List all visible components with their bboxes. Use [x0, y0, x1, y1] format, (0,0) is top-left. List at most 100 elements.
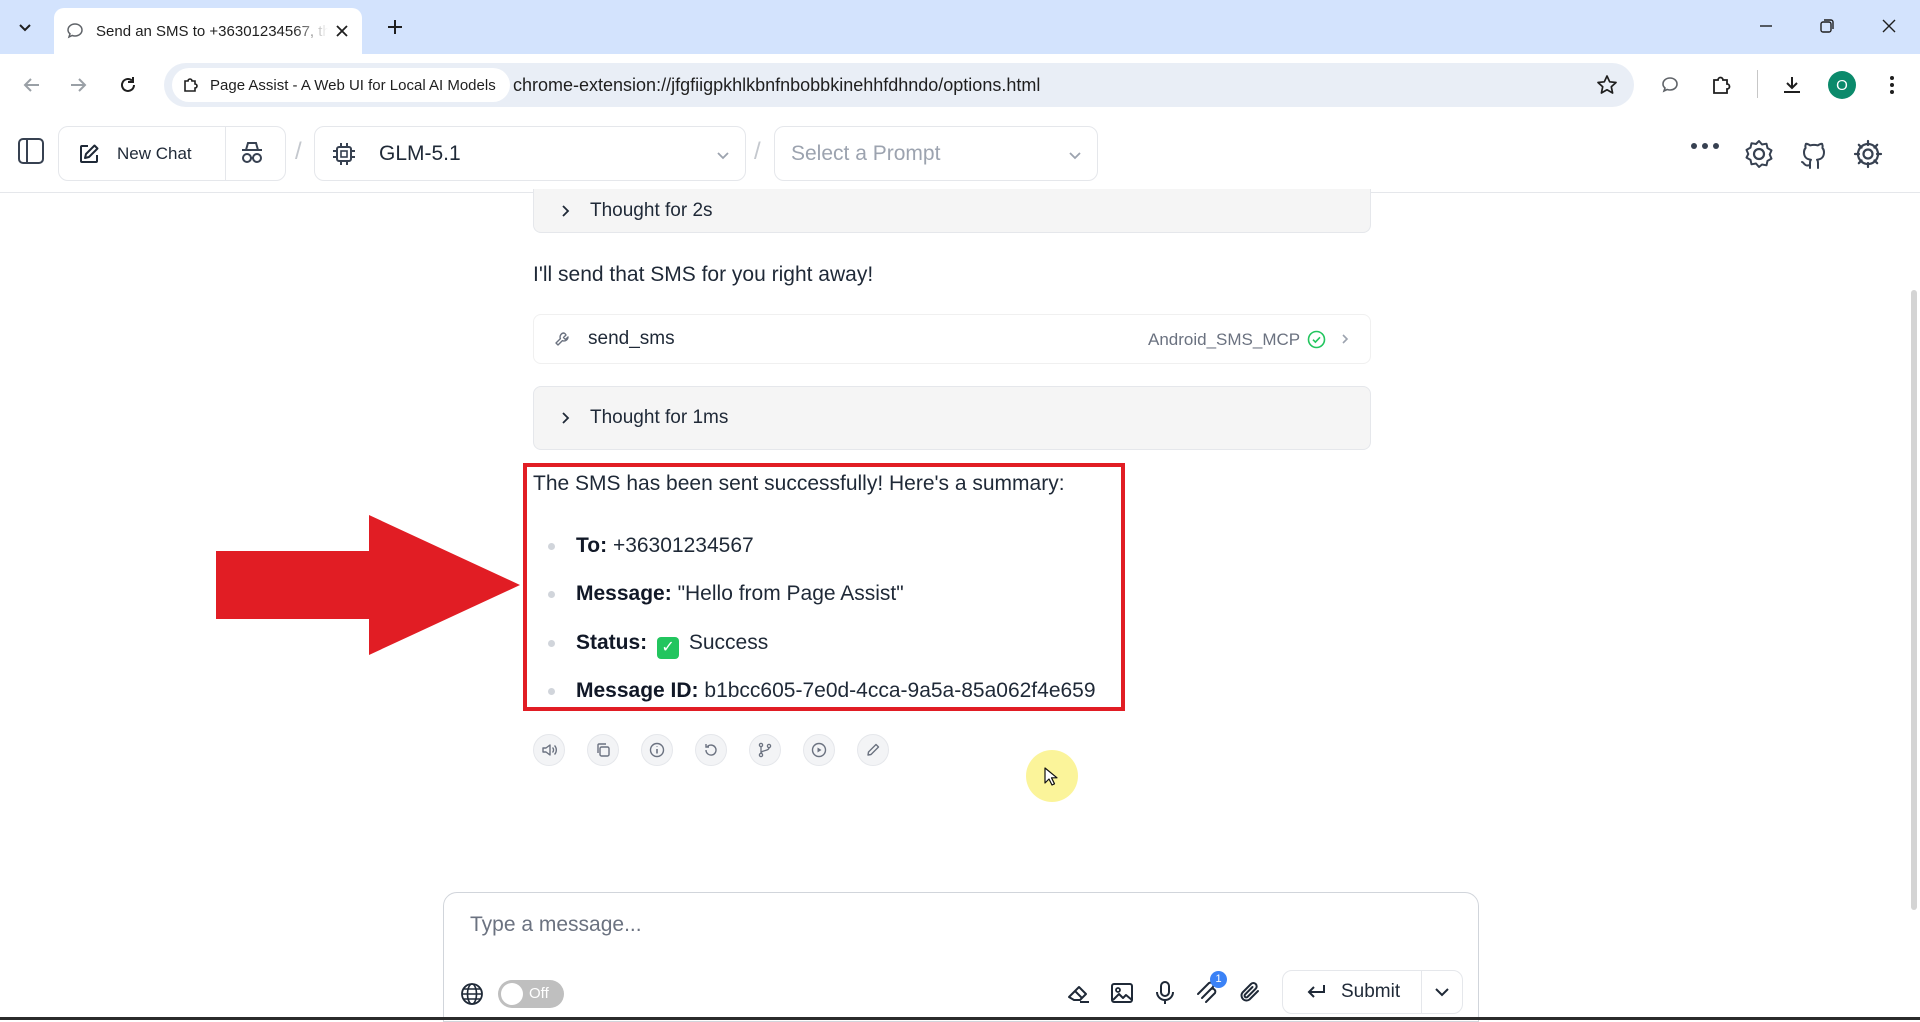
downloads-button[interactable]	[1776, 69, 1808, 101]
submit-button[interactable]: Submit	[1283, 971, 1421, 1013]
new-chat-button[interactable]: New Chat	[59, 127, 225, 180]
settings-button[interactable]	[1852, 138, 1884, 170]
list-bullet	[548, 640, 555, 647]
chat-bubble-icon	[67, 23, 83, 39]
model-select[interactable]: GLM-5.1	[314, 126, 746, 181]
message-composer: Off 1 Submit	[443, 892, 1479, 1022]
submit-group: Submit	[1282, 970, 1463, 1014]
sidebar-icon	[18, 138, 44, 164]
upload-image-button[interactable]	[1105, 976, 1139, 1010]
chat-area: Thought for 2s I'll send that SMS for yo…	[0, 189, 1920, 893]
incognito-button[interactable]	[237, 140, 267, 166]
assistant-intro-text: I'll send that SMS for you right away!	[533, 263, 874, 286]
header-separator: /	[754, 138, 761, 165]
tab-search-button[interactable]	[10, 12, 40, 42]
profile-avatar[interactable]: O	[1828, 71, 1856, 99]
enter-return-icon	[1307, 985, 1325, 998]
more-options-button[interactable]	[1690, 142, 1720, 150]
restore-icon	[1820, 19, 1834, 33]
chevron-right-icon	[562, 412, 570, 424]
toolbar-divider	[1757, 70, 1758, 98]
close-icon	[336, 25, 348, 37]
red-arrow-annotation-icon	[216, 515, 520, 655]
web-search-toggle[interactable]: Off	[498, 980, 564, 1008]
download-icon	[1784, 77, 1800, 93]
forward-button[interactable]	[62, 69, 94, 101]
arrow-right-icon	[71, 78, 87, 92]
page-scrollbar[interactable]	[1911, 290, 1917, 910]
extension-puzzle-icon	[184, 78, 198, 92]
continue-button[interactable]	[803, 734, 835, 766]
summary-item-message: Message: "Hello from Page Assist"	[576, 582, 904, 606]
tool-call-row[interactable]: send_sms Android_SMS_MCP	[533, 314, 1371, 364]
chat-extension-button[interactable]	[1654, 69, 1686, 101]
mcp-tools-button[interactable]: 1	[1191, 971, 1227, 1010]
bookmark-star-button[interactable]	[1596, 74, 1618, 96]
summary-item-status: Status: ✓ Success	[576, 631, 768, 659]
address-bar[interactable]: Page Assist - A Web UI for Local AI Mode…	[164, 63, 1634, 107]
summary-item-to: To: +36301234567	[576, 534, 754, 558]
thought-collapsible-1[interactable]: Thought for 2s	[533, 189, 1371, 233]
read-aloud-button[interactable]	[533, 734, 565, 766]
reload-button[interactable]	[112, 69, 144, 101]
extensions-button[interactable]	[1705, 69, 1737, 101]
thought-collapsible-2[interactable]: Thought for 1ms	[533, 386, 1371, 450]
github-icon	[1801, 142, 1825, 169]
edit-message-button[interactable]	[857, 734, 889, 766]
more-horizontal-icon	[1691, 143, 1719, 149]
github-button[interactable]	[1798, 138, 1830, 170]
summary-heading: The SMS has been sent successfully! Here…	[533, 472, 1065, 495]
play-circle-icon	[811, 742, 827, 758]
close-window-button[interactable]	[1871, 10, 1907, 42]
tab-title: Send an SMS to +36301234567, that says "…	[96, 22, 328, 40]
active-tab[interactable]: Send an SMS to +36301234567, that says "…	[54, 8, 362, 54]
chevron-right-icon	[1342, 334, 1349, 344]
url-text: chrome-extension://jfgfiigpkhlkbnfnbobbk…	[513, 75, 1041, 95]
chevron-down-icon	[1069, 152, 1081, 160]
tab-close-button[interactable]	[332, 21, 352, 41]
submit-options-button[interactable]	[1422, 971, 1462, 1013]
browser-tab-strip: Send an SMS to +36301234567, that says "…	[0, 0, 1920, 54]
web-search-globe-icon	[459, 981, 485, 1007]
star-icon	[1597, 75, 1617, 94]
new-tab-button[interactable]	[380, 12, 410, 42]
branch-button[interactable]	[749, 734, 781, 766]
thought-label: Thought for 2s	[590, 199, 713, 221]
new-chat-group: New Chat	[58, 126, 286, 181]
chevron-down-icon	[1435, 988, 1449, 997]
message-input[interactable]	[470, 907, 1370, 943]
attach-file-button[interactable]	[1234, 976, 1268, 1010]
chevron-down-icon	[19, 24, 31, 32]
gear-icon	[1853, 139, 1883, 169]
check-mark-emoji-icon: ✓	[657, 637, 680, 659]
voice-input-button[interactable]	[1148, 976, 1182, 1010]
reload-icon	[121, 77, 135, 92]
restore-window-button[interactable]	[1809, 10, 1845, 42]
generation-info-button[interactable]	[641, 734, 673, 766]
minimize-window-button[interactable]	[1748, 10, 1784, 42]
summary-item-message-id: Message ID: b1bcc605-7e0d-4cca-9a5a-85a0…	[576, 679, 1096, 703]
refresh-icon	[705, 744, 717, 756]
microphone-icon	[1156, 981, 1174, 1004]
arrow-left-icon	[23, 78, 39, 92]
sidebar-toggle-button[interactable]	[16, 136, 46, 166]
cpu-chip-icon	[333, 142, 355, 165]
summary-label: Status:	[576, 631, 648, 654]
list-bullet	[548, 688, 555, 695]
check-circle-icon	[1307, 330, 1326, 349]
tool-server-name: Android_SMS_MCP	[1148, 330, 1301, 349]
site-info-chip[interactable]: Page Assist - A Web UI for Local AI Mode…	[172, 68, 510, 102]
back-button[interactable]	[16, 69, 48, 101]
regenerate-button[interactable]	[695, 734, 727, 766]
browser-menu-button[interactable]	[1876, 69, 1908, 101]
submit-label: Submit	[1341, 981, 1401, 1002]
clear-chat-button[interactable]	[1062, 976, 1096, 1010]
list-bullet	[548, 591, 555, 598]
model-settings-button[interactable]	[1743, 138, 1775, 170]
thought-label: Thought for 1ms	[590, 407, 729, 428]
profile-initial: O	[1836, 76, 1848, 94]
prompt-select[interactable]: Select a Prompt	[774, 126, 1098, 181]
summary-label: To:	[576, 534, 608, 557]
copy-button[interactable]	[587, 734, 619, 766]
eraser-icon	[1068, 986, 1089, 1003]
